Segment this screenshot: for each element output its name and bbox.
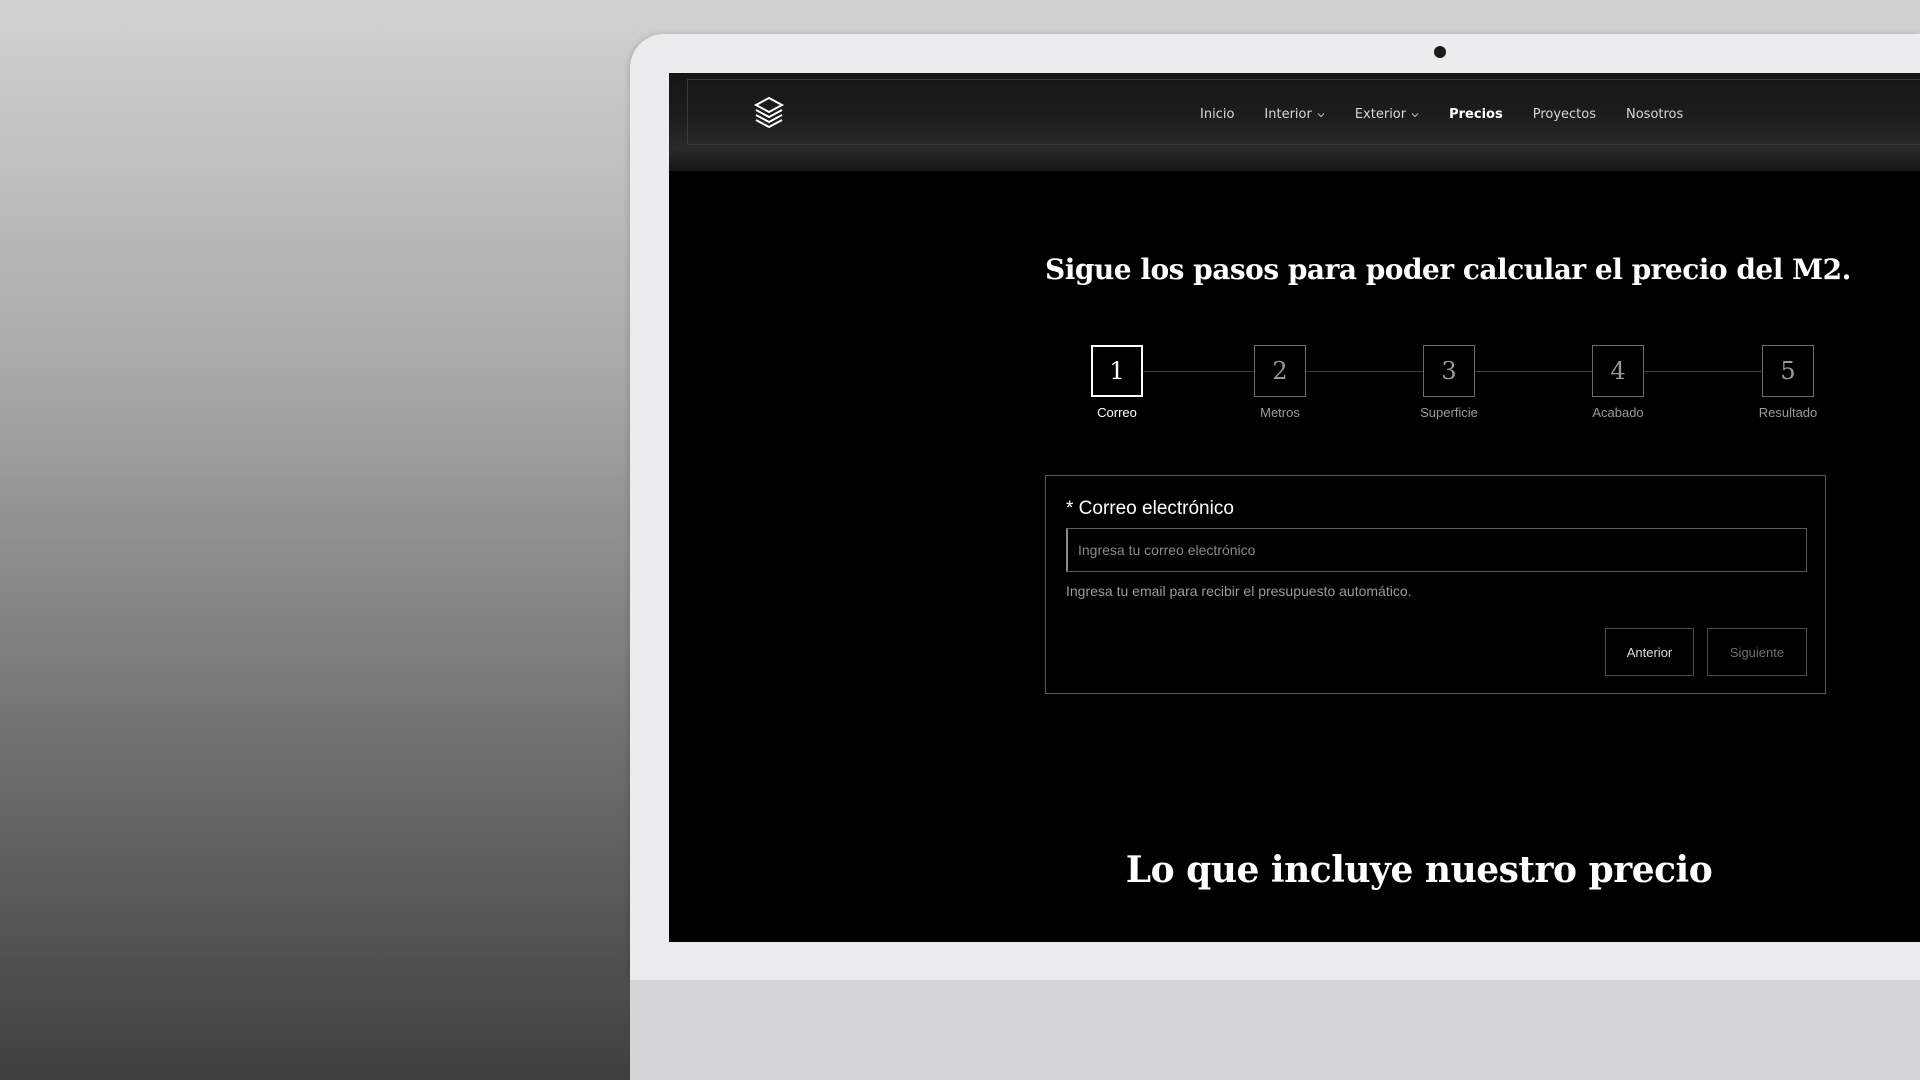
nav-item-label: Exterior: [1354, 107, 1407, 122]
step-label: Correo: [1097, 405, 1137, 420]
email-field-label: * Correo electrónico: [1066, 498, 1234, 519]
nav-item-inicio[interactable]: Inicio: [1200, 107, 1234, 122]
step-label: Acabado: [1592, 405, 1644, 420]
step-indicator: 1 Correo 2 Metros 3 Superficie 4 Acabado…: [1069, 345, 1817, 425]
step-label: Metros: [1260, 405, 1300, 420]
nav-item-nosotros[interactable]: Nosotros: [1626, 107, 1683, 122]
step-number: 2: [1254, 345, 1306, 397]
step-label: Resultado: [1758, 405, 1818, 420]
step-number: 3: [1423, 345, 1475, 397]
nav-item-exterior[interactable]: Exterior: [1355, 107, 1419, 122]
step-metros[interactable]: 2 Metros: [1240, 345, 1320, 420]
step-number: 4: [1592, 345, 1644, 397]
nav-item-label: Interior: [1264, 107, 1312, 122]
email-input[interactable]: [1066, 528, 1807, 572]
calculator-heading: Sigue los pasos para poder calcular el p…: [1045, 253, 1851, 286]
step-acabado[interactable]: 4 Acabado: [1578, 345, 1658, 420]
step-superficie[interactable]: 3 Superficie: [1409, 345, 1489, 420]
nav-item-interior[interactable]: Interior: [1264, 107, 1325, 122]
camera-icon: [1434, 46, 1446, 58]
step-number: 1: [1091, 345, 1143, 397]
step-label: Superficie: [1420, 405, 1478, 420]
step-number: 5: [1762, 345, 1814, 397]
nav-item-precios[interactable]: Precios: [1449, 107, 1503, 122]
laptop-screen: Inicio Interior Exterior Precios Proyect…: [669, 73, 1920, 942]
next-button[interactable]: Siguiente: [1707, 628, 1807, 676]
email-step-form: * Correo electrónico Ingresa tu email pa…: [1045, 475, 1826, 694]
chevron-down-icon: [1411, 112, 1419, 117]
laptop-chin: [630, 980, 1920, 1080]
chevron-down-icon: [1317, 112, 1325, 117]
step-resultado[interactable]: 5 Resultado: [1748, 345, 1828, 420]
previous-button[interactable]: Anterior: [1605, 628, 1694, 676]
email-helper-text: Ingresa tu email para recibir el presupu…: [1066, 583, 1412, 599]
nav-item-label: Precios: [1449, 107, 1503, 122]
nav-item-label: Nosotros: [1626, 107, 1684, 122]
main-nav: Inicio Interior Exterior Precios Proyect…: [1200, 107, 1713, 122]
price-includes-heading: Lo que incluye nuestro precio: [1125, 849, 1713, 891]
site-header: Inicio Interior Exterior Precios Proyect…: [669, 73, 1920, 171]
step-correo[interactable]: 1 Correo: [1077, 345, 1157, 420]
nav-item-label: Inicio: [1200, 107, 1235, 122]
nav-item-proyectos[interactable]: Proyectos: [1533, 107, 1596, 122]
nav-item-label: Proyectos: [1532, 107, 1596, 122]
stacked-layers-icon[interactable]: [753, 95, 785, 129]
